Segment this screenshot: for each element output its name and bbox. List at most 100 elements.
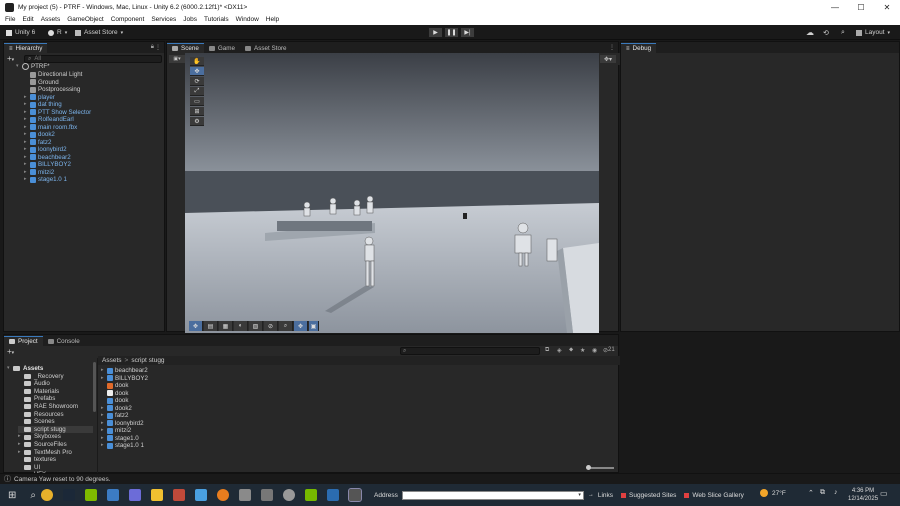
menu-services[interactable]: Services: [151, 16, 176, 23]
volume-icon[interactable]: ♪: [834, 489, 838, 496]
add-button[interactable]: +▾: [7, 54, 14, 63]
asset-list-item[interactable]: ▸ dook2: [101, 405, 132, 413]
hierarchy-item[interactable]: ▸ player: [24, 94, 55, 102]
folder-tree-item[interactable]: UI: [18, 464, 40, 472]
suggested-sites-link[interactable]: Suggested Sites: [621, 492, 676, 499]
menu-gameobject[interactable]: GameObject: [67, 16, 104, 23]
2d-toggle-button[interactable]: ▤: [204, 321, 218, 331]
weather-widget[interactable]: 27°F: [760, 489, 786, 497]
hierarchy-item[interactable]: Ground: [24, 79, 59, 87]
folder-tree-item[interactable]: Prefabs: [18, 395, 55, 403]
pause-button[interactable]: ❚❚: [444, 27, 459, 38]
tag-icon[interactable]: ⬥: [569, 347, 573, 354]
audio-toggle-button[interactable]: ◐: [234, 321, 248, 331]
file-explorer-icon[interactable]: [151, 489, 163, 501]
lighting-toggle-button[interactable]: ▦: [219, 321, 233, 331]
folder-tree-item[interactable]: Scenes: [18, 418, 55, 426]
folder-tree-scrollbar[interactable]: [93, 362, 96, 412]
rotate-tool-button[interactable]: ⟳: [190, 77, 204, 86]
app-icon-darkblue[interactable]: [327, 489, 339, 501]
folder-tree-item[interactable]: RAE Showroom: [18, 403, 78, 411]
asset-list-item[interactable]: dook: [101, 382, 128, 390]
asset-list-item[interactable]: ▸ beachbear2: [101, 367, 148, 375]
hidden-objects-button[interactable]: ⊘: [264, 321, 278, 331]
folder-tree-item[interactable]: Materials: [18, 388, 59, 396]
transform-tool-button[interactable]: ⊞: [190, 107, 204, 116]
hierarchy-item[interactable]: ▸ dook2: [24, 131, 55, 139]
unity-editor-active-icon[interactable]: [348, 488, 362, 502]
app-icon-red[interactable]: [173, 489, 185, 501]
nvidia-icon[interactable]: [305, 489, 317, 501]
hierarchy-item[interactable]: ▸ mitzi2: [24, 169, 54, 177]
tab-project[interactable]: Project: [4, 336, 43, 346]
folder-tree-item[interactable]: _Recovery: [18, 373, 64, 381]
app-icon-lightblue[interactable]: [195, 489, 207, 501]
minimize-button[interactable]: —: [822, 3, 848, 12]
folder-tree-item[interactable]: ▸ SourceFiles: [18, 441, 67, 449]
effects-toggle-button[interactable]: ▧: [249, 321, 263, 331]
menu-window[interactable]: Window: [236, 16, 259, 23]
close-button[interactable]: ✕: [874, 3, 900, 12]
hierarchy-item[interactable]: ▸ PTT Show Selector: [24, 109, 91, 117]
tab-hierarchy[interactable]: ≡ Hierarchy: [4, 43, 48, 53]
collab-dropdown[interactable]: R ▾: [48, 28, 67, 37]
folder-tree-item[interactable]: ▸ TextMesh Pro: [18, 449, 72, 457]
go-arrow-icon[interactable]: →: [588, 492, 594, 498]
hierarchy-item[interactable]: ▸ beachbear2: [24, 154, 71, 162]
menu-assets[interactable]: Assets: [41, 16, 61, 23]
eye-icon[interactable]: ◉: [592, 347, 597, 354]
links-label[interactable]: Links: [598, 492, 613, 499]
asset-list-item[interactable]: dook: [101, 397, 128, 405]
filter-by-type-icon[interactable]: ⧉: [545, 347, 549, 354]
maximize-button[interactable]: ☐: [848, 3, 874, 12]
asset-list-item[interactable]: dook: [101, 390, 128, 398]
project-search-input[interactable]: ⌕: [400, 347, 540, 355]
menu-jobs[interactable]: Jobs: [183, 16, 197, 23]
gizmos-button[interactable]: ✥: [294, 321, 308, 331]
tray-chevron-icon[interactable]: ⌃: [808, 489, 814, 497]
app-icon-green[interactable]: [85, 489, 97, 501]
layout-dropdown[interactable]: Layout ▾: [856, 28, 890, 37]
asset-list-item[interactable]: ▸ BILLYBOY2: [101, 375, 148, 383]
scene-viewport[interactable]: ✋ ✥ ⟳ ⤢ ▭ ⊞ ⚙ ✥ ▤ ▦ ◐ ▧ ⊘ ⌕ ✥ ▣: [185, 53, 599, 333]
folder-tree-item[interactable]: textures: [18, 456, 56, 464]
custom-tool-button[interactable]: ⚙: [190, 117, 204, 126]
asset-list-item[interactable]: ▸ loonybird2: [101, 420, 144, 428]
breadcrumb-assets[interactable]: Assets: [102, 357, 122, 364]
camera-settings-button[interactable]: ▣: [309, 321, 319, 331]
more-options-icon[interactable]: ⋮: [155, 44, 161, 51]
menu-help[interactable]: Help: [266, 16, 279, 23]
tab-asset-store[interactable]: Asset Store: [240, 43, 292, 53]
breadcrumb-current[interactable]: script stugg: [131, 357, 164, 364]
network-icon[interactable]: ⧉: [820, 489, 825, 497]
tab-console[interactable]: Console: [43, 336, 85, 346]
app-icon-gray[interactable]: [283, 489, 295, 501]
folder-tree-item[interactable]: script stugg: [18, 425, 93, 434]
steam-icon[interactable]: [63, 489, 75, 501]
hierarchy-search-input[interactable]: ⌕ All: [24, 55, 162, 63]
hierarchy-item[interactable]: ▸ dat thing: [24, 101, 62, 109]
menu-tutorials[interactable]: Tutorials: [204, 16, 229, 23]
slider-thumb[interactable]: [586, 465, 591, 470]
web-slice-gallery-link[interactable]: Web Slice Gallery: [684, 492, 744, 499]
draw-mode-button[interactable]: ✥: [189, 321, 203, 331]
hierarchy-item[interactable]: ▸ main room.fbx: [24, 124, 77, 132]
scene-root[interactable]: ▾ PTRF*: [16, 63, 50, 71]
app-icon-blue[interactable]: [107, 489, 119, 501]
view-tool-button[interactable]: ✋: [190, 57, 204, 66]
gizmo-dropdown[interactable]: ✥▾: [600, 55, 616, 63]
search-icon[interactable]: ⌕: [841, 28, 845, 37]
move-tool-button[interactable]: ✥: [190, 67, 204, 76]
star-icon[interactable]: ★: [580, 347, 585, 354]
icon-size-slider[interactable]: [586, 465, 614, 470]
play-button[interactable]: ▶: [428, 27, 443, 38]
history-icon[interactable]: ⟲: [823, 28, 829, 37]
folder-tree-item[interactable]: ▾ Assets: [7, 365, 43, 373]
lock-icon[interactable]: 🔒︎: [151, 44, 154, 51]
create-button[interactable]: +▾: [7, 347, 14, 356]
hierarchy-item[interactable]: Directional Light: [24, 71, 82, 79]
clock[interactable]: 4:36 PM 12/14/2025: [848, 487, 878, 503]
tab-game[interactable]: Game: [204, 43, 240, 53]
app-icon-purple[interactable]: [129, 489, 141, 501]
hierarchy-item[interactable]: ▸ BILLYBOY2: [24, 161, 71, 169]
